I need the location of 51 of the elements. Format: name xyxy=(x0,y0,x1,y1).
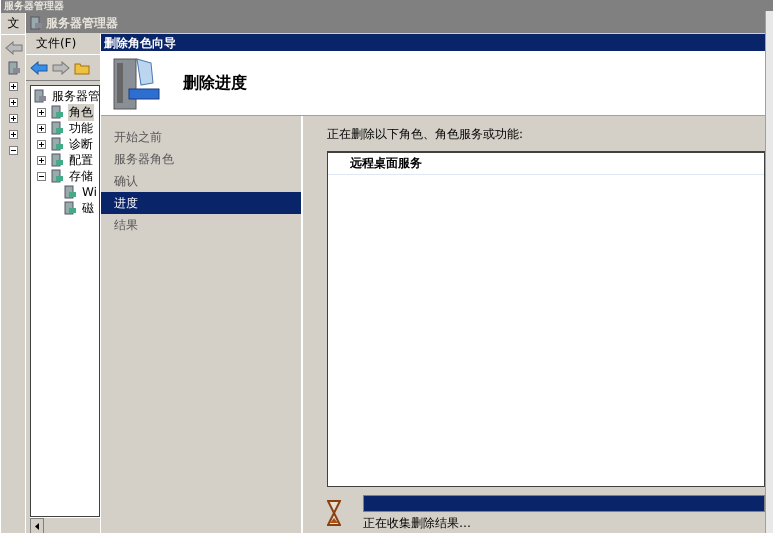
step-item[interactable]: 确认 xyxy=(101,170,301,192)
expand-toggle[interactable] xyxy=(37,140,46,148)
tree-node-icon xyxy=(63,201,77,215)
expand-toggle[interactable] xyxy=(37,156,46,164)
window-title: 服务器管理器 xyxy=(4,0,64,13)
server-icon xyxy=(29,16,43,30)
expand-toggle[interactable] xyxy=(37,108,46,116)
tree-node-icon xyxy=(50,137,64,151)
tree-item[interactable]: 服务器管 xyxy=(51,88,99,104)
server-icon xyxy=(6,61,20,75)
tree-item[interactable]: 诊断 xyxy=(68,136,94,152)
expand-toggle[interactable] xyxy=(9,82,18,91)
dialog-title: 删除角色向导 xyxy=(104,34,176,50)
back-arrow-icon[interactable] xyxy=(30,60,48,74)
tree-node-icon xyxy=(50,153,64,167)
expand-toggle[interactable] xyxy=(37,172,46,180)
prompt-text: 正在删除以下角色、角色服务或功能: xyxy=(327,126,524,143)
step-item[interactable]: 服务器角色 xyxy=(101,148,301,170)
expand-toggle[interactable] xyxy=(37,124,46,132)
expand-toggle[interactable] xyxy=(9,114,18,123)
server-icon xyxy=(33,89,47,103)
horizontal-scrollbar[interactable] xyxy=(30,517,100,533)
forward-arrow-icon[interactable] xyxy=(52,60,70,74)
page-heading: 删除进度 xyxy=(183,72,247,94)
expand-toggle[interactable] xyxy=(9,146,18,155)
tree-item[interactable]: 磁 xyxy=(81,200,95,216)
tree-node-icon xyxy=(63,185,77,199)
menu-item[interactable]: 文件(F) xyxy=(32,35,80,52)
expand-toggle[interactable] xyxy=(9,98,18,107)
tree-node-icon xyxy=(50,105,64,119)
step-item[interactable]: 进度 xyxy=(101,192,301,214)
scroll-left-button[interactable] xyxy=(30,518,44,533)
tree-item[interactable]: 存储 xyxy=(68,168,94,184)
vertical-scrollbar[interactable] xyxy=(765,11,773,533)
list-item: 远程桌面服务 xyxy=(328,153,764,175)
step-item[interactable]: 开始之前 xyxy=(101,126,301,148)
tree-item[interactable]: 配置 xyxy=(68,152,94,168)
tree-node-icon xyxy=(50,169,64,183)
menu-item[interactable]: 文 xyxy=(4,15,24,32)
folder-icon[interactable] xyxy=(74,60,90,74)
left-arrow-icon xyxy=(35,522,39,530)
back-arrow-icon[interactable] xyxy=(4,41,22,55)
tree-item[interactable]: 角色 xyxy=(68,104,94,120)
tree-item[interactable]: 功能 xyxy=(68,120,94,136)
tree-node-icon xyxy=(50,121,64,135)
hourglass-icon xyxy=(327,500,341,526)
tree-item[interactable]: Wi xyxy=(81,185,98,199)
expand-toggle[interactable] xyxy=(9,130,18,139)
status-text: 正在收集删除结果… xyxy=(363,514,472,532)
step-item[interactable]: 结果 xyxy=(101,214,301,236)
window-title: 服务器管理器 xyxy=(46,15,118,31)
